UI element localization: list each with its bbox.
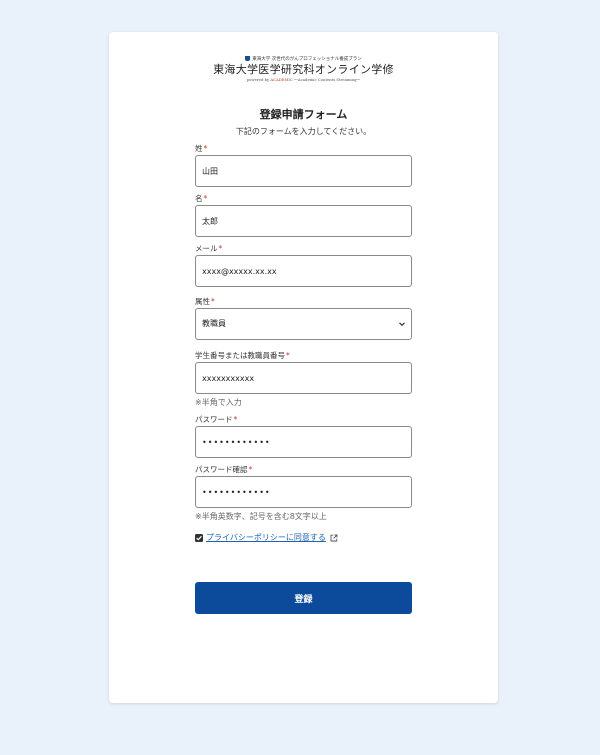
email-field-group: メール*	[195, 243, 412, 287]
password-field-group: パスワード*	[195, 414, 412, 458]
last-name-input[interactable]	[195, 155, 412, 187]
email-input[interactable]	[195, 255, 412, 287]
first-name-field-group: 名*	[195, 193, 412, 237]
id-number-label: 学生番号または教職員番号	[195, 351, 285, 360]
required-mark: *	[233, 415, 238, 424]
id-number-input[interactable]	[195, 362, 412, 394]
form-subtitle: 下記のフォームを入力してください。	[235, 127, 372, 136]
checkmark-icon	[196, 535, 202, 541]
password-confirm-field-group: パスワード確認* ※半角英数字、記号を含む8文字以上	[195, 464, 412, 522]
chevron-down-icon	[399, 322, 405, 327]
privacy-policy-link[interactable]: プライバシーポリシーに同意する	[206, 532, 326, 543]
password-hint: ※半角英数字、記号を含む8文字以上	[195, 512, 327, 521]
register-button[interactable]: 登録	[195, 582, 412, 614]
required-mark: *	[203, 144, 208, 153]
registration-card: 東海大学 次世代のがんプロフェッショナル養成プラン 東海大学医学研究科オンライン…	[109, 32, 498, 703]
last-name-label: 姓	[195, 144, 203, 153]
first-name-label: 名	[195, 194, 203, 203]
logo-top-line: 東海大学 次世代のがんプロフェッショナル養成プラン	[252, 57, 362, 62]
logo-sub-text: powered by ACADEMIC ～Academic Contents S…	[246, 77, 361, 82]
password-confirm-label: パスワード確認	[195, 465, 248, 474]
id-number-hint: ※半角で入力	[195, 398, 242, 407]
privacy-consent-checkbox[interactable]	[195, 533, 203, 542]
logo-main-text: 東海大学医学研究科オンライン学修	[213, 63, 394, 76]
attribute-label: 属性	[195, 297, 210, 306]
last-name-field-group: 姓*	[195, 143, 412, 187]
required-mark: *	[286, 351, 290, 360]
first-name-input[interactable]	[195, 205, 412, 237]
required-mark: *	[203, 194, 208, 203]
required-mark: *	[248, 465, 253, 474]
attribute-selected-value: 教職員	[195, 308, 412, 340]
attribute-select[interactable]: 教職員	[195, 308, 412, 340]
shield-icon	[245, 56, 251, 61]
password-label: パスワード	[195, 415, 233, 424]
password-input[interactable]	[195, 426, 412, 458]
site-logo: 東海大学 次世代のがんプロフェッショナル養成プラン 東海大学医学研究科オンライン…	[109, 56, 498, 83]
password-confirm-input[interactable]	[195, 476, 412, 508]
external-link-icon	[330, 534, 338, 541]
registration-form: 姓* 名* メール* 属性* 教職員 学生番号または教職員番号*	[195, 143, 412, 614]
id-number-field-group: 学生番号または教職員番号* ※半角で入力	[195, 350, 412, 408]
required-mark: *	[211, 297, 215, 306]
email-label: メール	[195, 244, 218, 253]
form-title: 登録申請フォーム	[259, 108, 348, 121]
required-mark: *	[218, 244, 223, 253]
privacy-consent: プライバシーポリシーに同意する	[195, 532, 412, 543]
attribute-field-group: 属性* 教職員	[195, 296, 412, 340]
